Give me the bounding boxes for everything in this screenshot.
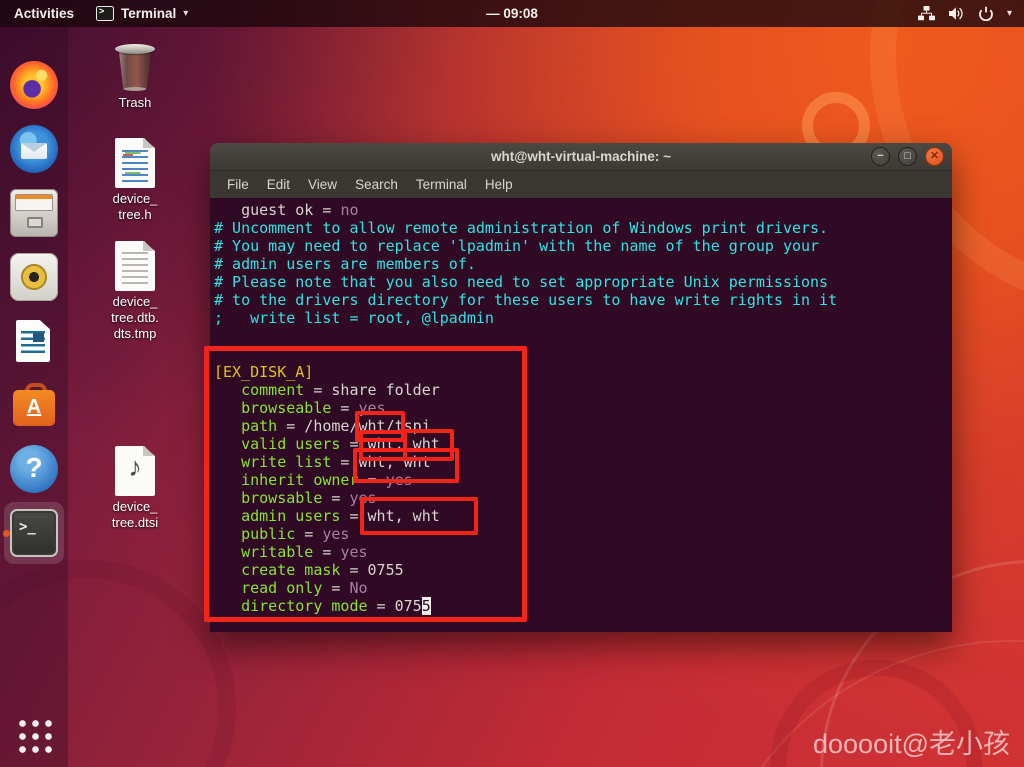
- dock-item-help[interactable]: [10, 445, 58, 493]
- rhythmbox-icon: [10, 253, 58, 301]
- dock-item-firefox[interactable]: [10, 61, 58, 109]
- dock-item-terminal[interactable]: [10, 509, 58, 557]
- help-icon: [10, 445, 58, 493]
- desktop-icon-label: Trash: [118, 95, 152, 110]
- app-menu-terminal[interactable]: Terminal ▾: [96, 6, 188, 21]
- app-menu-label: Terminal: [121, 6, 177, 21]
- title-bar[interactable]: wht@wht-virtual-machine: ~ − □ ✕: [210, 143, 952, 171]
- libreoffice-writer-icon: [10, 317, 58, 365]
- minimize-button[interactable]: −: [871, 147, 890, 166]
- caret-down-icon: ▾: [183, 8, 189, 19]
- thunderbird-icon: [10, 125, 58, 173]
- watermark: dooooit@老小孩: [813, 729, 1010, 759]
- clock[interactable]: — 09:08: [486, 6, 538, 21]
- code-file-icon: [114, 138, 156, 188]
- dock-item-ubuntu-software[interactable]: [10, 381, 58, 429]
- ubuntu-software-icon: [10, 381, 58, 429]
- terminal-line: guest ok = no: [214, 201, 359, 219]
- maximize-button[interactable]: □: [898, 147, 917, 166]
- dock-item-rhythmbox[interactable]: [10, 253, 58, 301]
- caret-down-icon: ▾: [1006, 8, 1012, 19]
- maximize-icon: □: [904, 150, 911, 162]
- trash-icon: [113, 42, 157, 92]
- dock-item-libreoffice-writer[interactable]: [10, 317, 58, 365]
- desktop-icon-trash[interactable]: Trash: [96, 42, 174, 111]
- desktop-icon-label: device_ tree.h: [112, 191, 158, 222]
- terminal-line: # Uncomment to allow remote administrati…: [214, 219, 829, 237]
- desktop-icon-label: device_ tree.dtsi: [111, 499, 159, 530]
- menu-search[interactable]: Search: [346, 177, 407, 192]
- text-file-icon: [114, 241, 156, 291]
- files-icon: [10, 189, 58, 237]
- desktop: Activities Terminal ▾ — 09:08 ▾ Trashd: [0, 0, 1024, 767]
- top-bar: Activities Terminal ▾ — 09:08 ▾: [0, 0, 1024, 27]
- running-indicator-dot: [3, 530, 10, 537]
- terminal-icon: [96, 6, 115, 21]
- annotation-box: [204, 346, 527, 622]
- annotation-box: [360, 497, 478, 535]
- menu-edit[interactable]: Edit: [258, 177, 299, 192]
- dock: [0, 27, 68, 767]
- network-icon: [917, 6, 935, 21]
- menu-bar: File Edit View Search Terminal Help: [210, 171, 952, 198]
- terminal-line: # admin users are members of.: [214, 255, 476, 273]
- system-tray[interactable]: ▾: [917, 6, 1024, 21]
- menu-file[interactable]: File: [218, 177, 258, 192]
- desktop-icon-label: device_ tree.dtb. dts.tmp: [111, 294, 159, 341]
- close-icon: ✕: [929, 150, 940, 162]
- dock-item-files[interactable]: [10, 189, 58, 237]
- annotation-box: [353, 448, 459, 483]
- menu-terminal[interactable]: Terminal: [407, 177, 476, 192]
- dock-item-thunderbird[interactable]: [10, 125, 58, 173]
- menu-view[interactable]: View: [299, 177, 346, 192]
- terminal-line: # You may need to replace 'lpadmin' with…: [214, 237, 820, 255]
- firefox-icon: [10, 61, 58, 109]
- audio-file-icon: ♪: [114, 446, 156, 496]
- terminal-line: # Please note that you also need to set …: [214, 273, 829, 291]
- close-button[interactable]: ✕: [925, 147, 944, 166]
- app-grid-icon[interactable]: [15, 716, 53, 754]
- terminal-icon: [10, 509, 58, 557]
- activities-button[interactable]: Activities: [14, 6, 74, 21]
- terminal-line: # to the drivers directory for these use…: [214, 291, 838, 309]
- minimize-icon: −: [877, 150, 884, 162]
- window-title: wht@wht-virtual-machine: ~: [490, 149, 672, 164]
- volume-icon: [948, 6, 965, 21]
- menu-help[interactable]: Help: [476, 177, 522, 192]
- power-icon: [978, 6, 994, 21]
- terminal-line: ; write list = root, @lpadmin: [214, 309, 494, 327]
- desktop-icon-device-tree-h[interactable]: device_ tree.h: [96, 138, 174, 223]
- vim-file-info: "/etc/samba/smb.conf" 276L, 9845C: [214, 630, 512, 632]
- desktop-icon-device-tree-dts[interactable]: ♪ device_ tree.dtsi: [96, 446, 174, 531]
- desktop-icon-device-tree-dtb-dts-tmp[interactable]: device_ tree.dtb. dts.tmp: [96, 241, 174, 342]
